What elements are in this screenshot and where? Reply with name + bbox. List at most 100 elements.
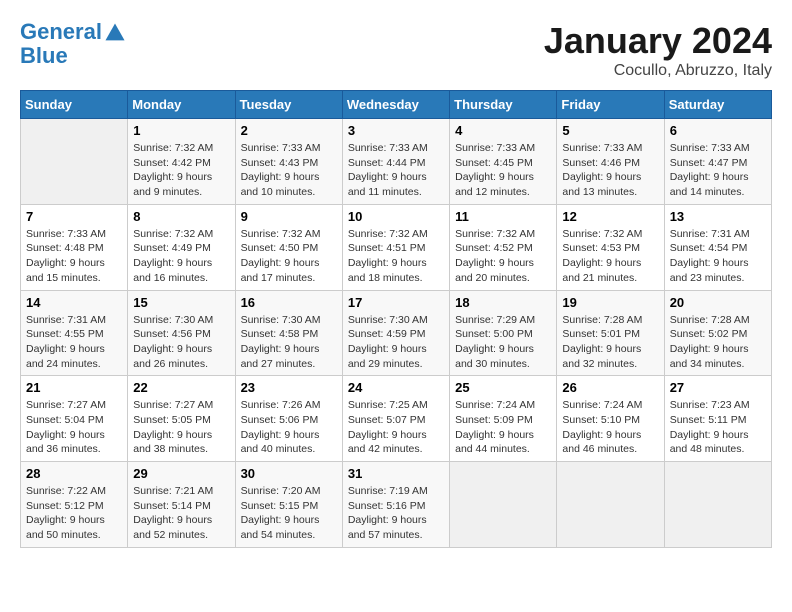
day-number: 8 (133, 209, 229, 224)
calendar-cell: 31Sunrise: 7:19 AMSunset: 5:16 PMDayligh… (342, 462, 449, 548)
day-info: Sunrise: 7:33 AMSunset: 4:44 PMDaylight:… (348, 141, 444, 200)
calendar-cell: 21 Sunrise: 7:27 AMSunset: 5:04 PMDayligh… (21, 376, 128, 462)
day-number: 2 (241, 123, 337, 138)
day-info: Sunrise: 7:32 AMSunset: 4:53 PMDaylight:… (562, 227, 658, 286)
day-number: 25 (455, 380, 551, 395)
day-number: 12 (562, 209, 658, 224)
logo-text: General Blue (20, 20, 126, 68)
day-info: Sunrise: 7:24 AMSunset: 5:10 PMDaylight:… (562, 398, 658, 457)
day-number: 22 (133, 380, 229, 395)
day-number: 24 (348, 380, 444, 395)
calendar-week-2: 7 Sunrise: 7:33 AMSunset: 4:48 PMDaylight… (21, 204, 772, 290)
day-number: 21 (26, 380, 122, 395)
day-info: Sunrise: 7:28 AMSunset: 5:02 PMDaylight:… (670, 313, 766, 372)
day-info: Sunrise: 7:27 AMSunset: 5:04 PMDaylight:… (26, 398, 122, 457)
weekday-header-tuesday: Tuesday (235, 91, 342, 119)
logo-icon (104, 22, 126, 44)
day-info: Sunrise: 7:26 AMSunset: 5:06 PMDaylight:… (241, 398, 337, 457)
calendar-cell: 12 Sunrise: 7:32 AMSunset: 4:53 PMDayligh… (557, 204, 664, 290)
calendar-cell: 25 Sunrise: 7:24 AMSunset: 5:09 PMDayligh… (450, 376, 557, 462)
calendar-cell: 20 Sunrise: 7:28 AMSunset: 5:02 PMDayligh… (664, 290, 771, 376)
day-info: Sunrise: 7:28 AMSunset: 5:01 PMDaylight:… (562, 313, 658, 372)
day-number: 20 (670, 295, 766, 310)
day-number: 3 (348, 123, 444, 138)
day-info: Sunrise: 7:30 AMSunset: 4:59 PMDaylight:… (348, 313, 444, 372)
logo-line1: General (20, 19, 102, 44)
day-info: Sunrise: 7:33 AMSunset: 4:43 PMDaylight:… (241, 141, 337, 200)
calendar-cell: 30Sunrise: 7:20 AMSunset: 5:15 PMDayligh… (235, 462, 342, 548)
day-number: 6 (670, 123, 766, 138)
calendar-cell: 19 Sunrise: 7:28 AMSunset: 5:01 PMDayligh… (557, 290, 664, 376)
day-number: 19 (562, 295, 658, 310)
day-number: 15 (133, 295, 229, 310)
calendar-cell: 15 Sunrise: 7:30 AMSunset: 4:56 PMDayligh… (128, 290, 235, 376)
calendar-cell: 26 Sunrise: 7:24 AMSunset: 5:10 PMDayligh… (557, 376, 664, 462)
day-info: Sunrise: 7:23 AMSunset: 5:11 PMDaylight:… (670, 398, 766, 457)
calendar-cell: 4 Sunrise: 7:33 AMSunset: 4:45 PMDaylight… (450, 119, 557, 205)
day-number: 16 (241, 295, 337, 310)
day-info: Sunrise: 7:30 AMSunset: 4:56 PMDaylight:… (133, 313, 229, 372)
logo: General Blue (20, 20, 126, 68)
day-info: Sunrise: 7:32 AMSunset: 4:49 PMDaylight:… (133, 227, 229, 286)
calendar-cell: 2 Sunrise: 7:33 AMSunset: 4:43 PMDaylight… (235, 119, 342, 205)
calendar-cell (450, 462, 557, 548)
weekday-header-monday: Monday (128, 91, 235, 119)
day-info: Sunrise: 7:32 AMSunset: 4:50 PMDaylight:… (241, 227, 337, 286)
weekday-header-thursday: Thursday (450, 91, 557, 119)
day-info: Sunrise: 7:31 AMSunset: 4:55 PMDaylight:… (26, 313, 122, 372)
day-number: 4 (455, 123, 551, 138)
day-info: Sunrise: 7:29 AMSunset: 5:00 PMDaylight:… (455, 313, 551, 372)
calendar-cell: 1Sunrise: 7:32 AMSunset: 4:42 PMDaylight… (128, 119, 235, 205)
day-number: 17 (348, 295, 444, 310)
day-info: Sunrise: 7:32 AMSunset: 4:51 PMDaylight:… (348, 227, 444, 286)
day-info: Sunrise: 7:21 AMSunset: 5:14 PMDaylight:… (133, 484, 229, 543)
day-info: Sunrise: 7:25 AMSunset: 5:07 PMDaylight:… (348, 398, 444, 457)
day-info: Sunrise: 7:22 AMSunset: 5:12 PMDaylight:… (26, 484, 122, 543)
calendar-week-4: 21 Sunrise: 7:27 AMSunset: 5:04 PMDayligh… (21, 376, 772, 462)
day-number: 18 (455, 295, 551, 310)
day-number: 29 (133, 466, 229, 481)
calendar-cell: 27 Sunrise: 7:23 AMSunset: 5:11 PMDayligh… (664, 376, 771, 462)
calendar-week-3: 14 Sunrise: 7:31 AMSunset: 4:55 PMDayligh… (21, 290, 772, 376)
calendar-cell: 18 Sunrise: 7:29 AMSunset: 5:00 PMDayligh… (450, 290, 557, 376)
day-info: Sunrise: 7:33 AMSunset: 4:48 PMDaylight:… (26, 227, 122, 286)
calendar-cell: 6Sunrise: 7:33 AMSunset: 4:47 PMDaylight… (664, 119, 771, 205)
weekday-header-sunday: Sunday (21, 91, 128, 119)
day-info: Sunrise: 7:32 AMSunset: 4:42 PMDaylight:… (133, 141, 229, 200)
weekday-header-row: SundayMondayTuesdayWednesdayThursdayFrid… (21, 91, 772, 119)
calendar-cell: 14 Sunrise: 7:31 AMSunset: 4:55 PMDayligh… (21, 290, 128, 376)
calendar-cell: 11 Sunrise: 7:32 AMSunset: 4:52 PMDayligh… (450, 204, 557, 290)
calendar-cell: 22Sunrise: 7:27 AMSunset: 5:05 PMDayligh… (128, 376, 235, 462)
weekday-header-friday: Friday (557, 91, 664, 119)
calendar-cell: 17 Sunrise: 7:30 AMSunset: 4:59 PMDayligh… (342, 290, 449, 376)
calendar-cell: 23 Sunrise: 7:26 AMSunset: 5:06 PMDayligh… (235, 376, 342, 462)
title-area: January 2024 Cocullo, Abruzzo, Italy (544, 20, 772, 80)
day-number: 23 (241, 380, 337, 395)
calendar-cell (21, 119, 128, 205)
day-number: 14 (26, 295, 122, 310)
day-info: Sunrise: 7:30 AMSunset: 4:58 PMDaylight:… (241, 313, 337, 372)
calendar-title: January 2024 (544, 20, 772, 62)
calendar-cell: 10Sunrise: 7:32 AMSunset: 4:51 PMDayligh… (342, 204, 449, 290)
day-number: 26 (562, 380, 658, 395)
calendar-cell: 16 Sunrise: 7:30 AMSunset: 4:58 PMDayligh… (235, 290, 342, 376)
calendar-table: SundayMondayTuesdayWednesdayThursdayFrid… (20, 90, 772, 548)
day-info: Sunrise: 7:24 AMSunset: 5:09 PMDaylight:… (455, 398, 551, 457)
day-info: Sunrise: 7:33 AMSunset: 4:46 PMDaylight:… (562, 141, 658, 200)
day-number: 7 (26, 209, 122, 224)
day-number: 13 (670, 209, 766, 224)
calendar-cell: 28 Sunrise: 7:22 AMSunset: 5:12 PMDayligh… (21, 462, 128, 548)
day-info: Sunrise: 7:31 AMSunset: 4:54 PMDaylight:… (670, 227, 766, 286)
day-info: Sunrise: 7:33 AMSunset: 4:45 PMDaylight:… (455, 141, 551, 200)
day-number: 28 (26, 466, 122, 481)
day-number: 5 (562, 123, 658, 138)
day-number: 11 (455, 209, 551, 224)
logo-line2: Blue (20, 43, 68, 68)
day-info: Sunrise: 7:32 AMSunset: 4:52 PMDaylight:… (455, 227, 551, 286)
day-number: 27 (670, 380, 766, 395)
day-info: Sunrise: 7:19 AMSunset: 5:16 PMDaylight:… (348, 484, 444, 543)
calendar-body: 1Sunrise: 7:32 AMSunset: 4:42 PMDaylight… (21, 119, 772, 548)
calendar-cell: 9Sunrise: 7:32 AMSunset: 4:50 PMDaylight… (235, 204, 342, 290)
calendar-cell (557, 462, 664, 548)
calendar-cell: 7 Sunrise: 7:33 AMSunset: 4:48 PMDaylight… (21, 204, 128, 290)
